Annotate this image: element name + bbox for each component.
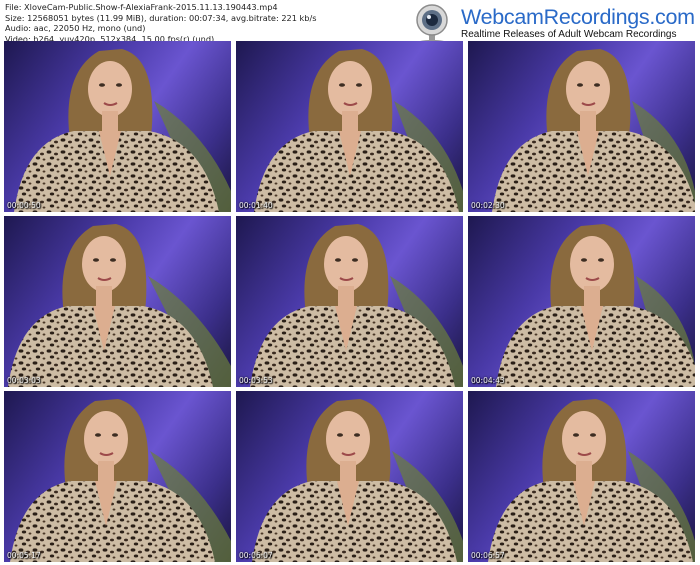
video-frame (250, 224, 463, 387)
site-name: WebcamRecordings.com (461, 5, 695, 29)
timestamp: 00:03:03 (7, 376, 41, 385)
video-thumbnail[interactable]: 00:01:40 (236, 41, 463, 212)
video-frame (8, 224, 231, 387)
video-thumbnail[interactable]: 00:05:17 (4, 391, 231, 562)
video-thumbnail[interactable]: 00:02:30 (468, 41, 695, 212)
timestamp: 00:05:17 (7, 551, 41, 560)
video-thumbnail[interactable]: 00:00:50 (4, 41, 231, 212)
file-name: File: XloveCam-Public.Show-f-AlexiaFrank… (5, 2, 278, 12)
file-size: Size: 12568051 bytes (11.99 MiB), durati… (5, 12, 317, 23)
timestamp: 00:02:30 (471, 201, 505, 210)
timestamp: 00:00:50 (7, 201, 41, 210)
video-thumbnail[interactable]: 00:03:53 (236, 216, 463, 387)
timestamp: 00:06:07 (239, 551, 273, 560)
timestamp: 00:04:43 (471, 376, 505, 385)
video-frame (14, 49, 231, 212)
video-thumbnail[interactable]: 00:04:43 (468, 216, 695, 387)
timestamp: 00:03:53 (239, 376, 273, 385)
video-thumbnail[interactable]: 00:03:03 (4, 216, 231, 387)
timestamp: 00:01:40 (239, 201, 273, 210)
video-thumbnail[interactable]: 00:06:57 (468, 391, 695, 562)
video-frame (496, 224, 695, 387)
video-frame (254, 49, 463, 212)
video-frame (10, 399, 231, 562)
video-frame (492, 49, 695, 212)
video-frame (252, 399, 463, 562)
file-info: File: XloveCam-Public.Show-f-AlexiaFrank… (5, 2, 317, 44)
audio-info: Audio: aac, 22050 Hz, mono (und) (5, 23, 146, 34)
timestamp: 00:06:57 (471, 551, 505, 560)
brand-logo: WebcamRecordings.com Realtime Releases o… (403, 2, 697, 46)
webcam-icon (416, 4, 448, 46)
site-tagline: Realtime Releases of Adult Webcam Record… (461, 29, 677, 40)
video-thumbnail[interactable]: 00:06:07 (236, 391, 463, 562)
video-frame (488, 399, 695, 562)
